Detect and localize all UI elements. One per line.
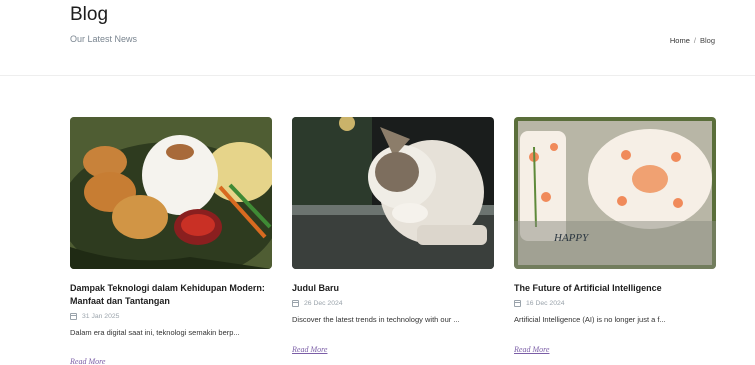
blog-card: HAPPY The Future of Artificial Intellige… [514, 117, 716, 365]
breadcrumb: Home / Blog [670, 36, 715, 45]
post-title[interactable]: Judul Baru [292, 282, 494, 295]
page-header: Blog Our Latest News Home / Blog [0, 0, 755, 76]
read-more-link[interactable]: Read More [514, 345, 549, 354]
post-date-text: 26 Dec 2024 [304, 300, 343, 307]
post-title[interactable]: Dampak Teknologi dalam Kehidupan Modern:… [70, 282, 272, 308]
read-more-link[interactable]: Read More [70, 357, 105, 365]
post-excerpt: Dalam era digital saat ini, teknologi se… [70, 328, 240, 337]
page-subtitle: Our Latest News [70, 34, 138, 44]
svg-text:HAPPY: HAPPY [553, 232, 590, 244]
post-date: 26 Dec 2024 [292, 300, 494, 307]
breadcrumb-home-link[interactable]: Home [670, 36, 690, 45]
calendar-icon [514, 300, 521, 307]
blog-post-grid: Dampak Teknologi dalam Kehidupan Modern:… [70, 117, 716, 365]
post-thumbnail-rice-platter[interactable] [70, 117, 272, 269]
read-more-link[interactable]: Read More [292, 345, 327, 354]
blog-card: Dampak Teknologi dalam Kehidupan Modern:… [70, 117, 272, 365]
page-title: Blog [70, 4, 109, 25]
breadcrumb-current: Blog [699, 36, 715, 45]
calendar-icon [292, 300, 299, 307]
post-date-text: 31 Jan 2025 [82, 313, 120, 320]
post-excerpt: Artificial Intelligence (AI) is no longe… [514, 315, 666, 324]
post-title[interactable]: The Future of Artificial Intelligence [514, 282, 716, 295]
calendar-icon [70, 313, 77, 320]
post-date-text: 16 Dec 2024 [526, 300, 565, 307]
post-date: 31 Jan 2025 [70, 313, 272, 320]
post-date: 16 Dec 2024 [514, 300, 716, 307]
post-excerpt: Discover the latest trends in technology… [292, 315, 460, 324]
blog-card: Judul Baru 26 Dec 2024 Discover the late… [292, 117, 494, 365]
breadcrumb-separator: / [693, 36, 696, 45]
post-thumbnail-cat[interactable] [292, 117, 494, 269]
post-thumbnail-birthday-cake[interactable]: HAPPY [514, 117, 716, 269]
